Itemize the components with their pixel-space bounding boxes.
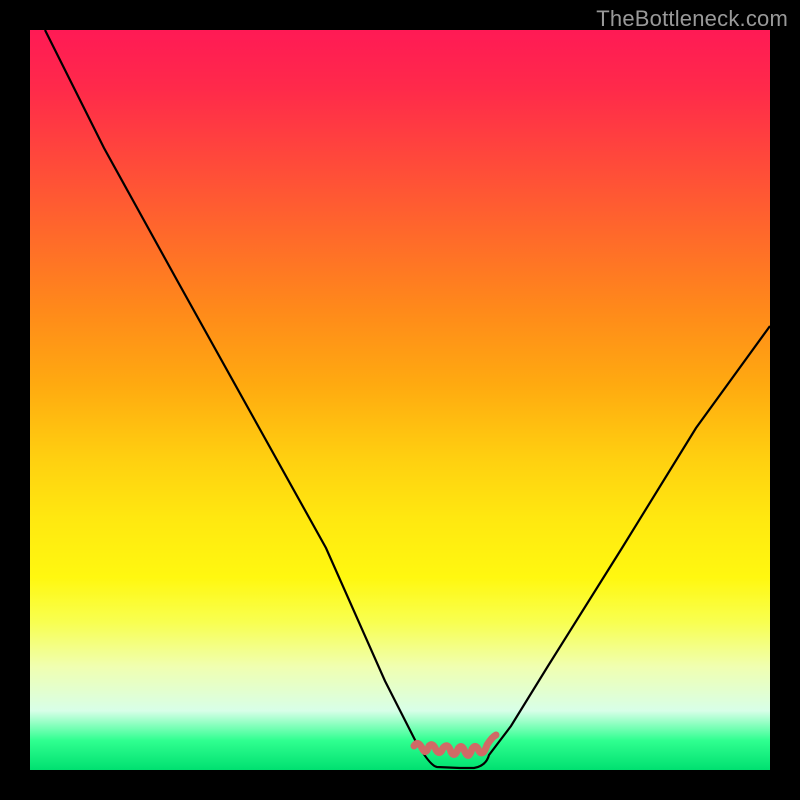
chart-frame: TheBottleneck.com: [0, 0, 800, 800]
plot-area: [30, 30, 770, 770]
curve-layer: [30, 30, 770, 770]
bottleneck-curve: [45, 30, 770, 768]
green-zone-marker: [414, 735, 496, 755]
watermark-text: TheBottleneck.com: [596, 6, 788, 32]
